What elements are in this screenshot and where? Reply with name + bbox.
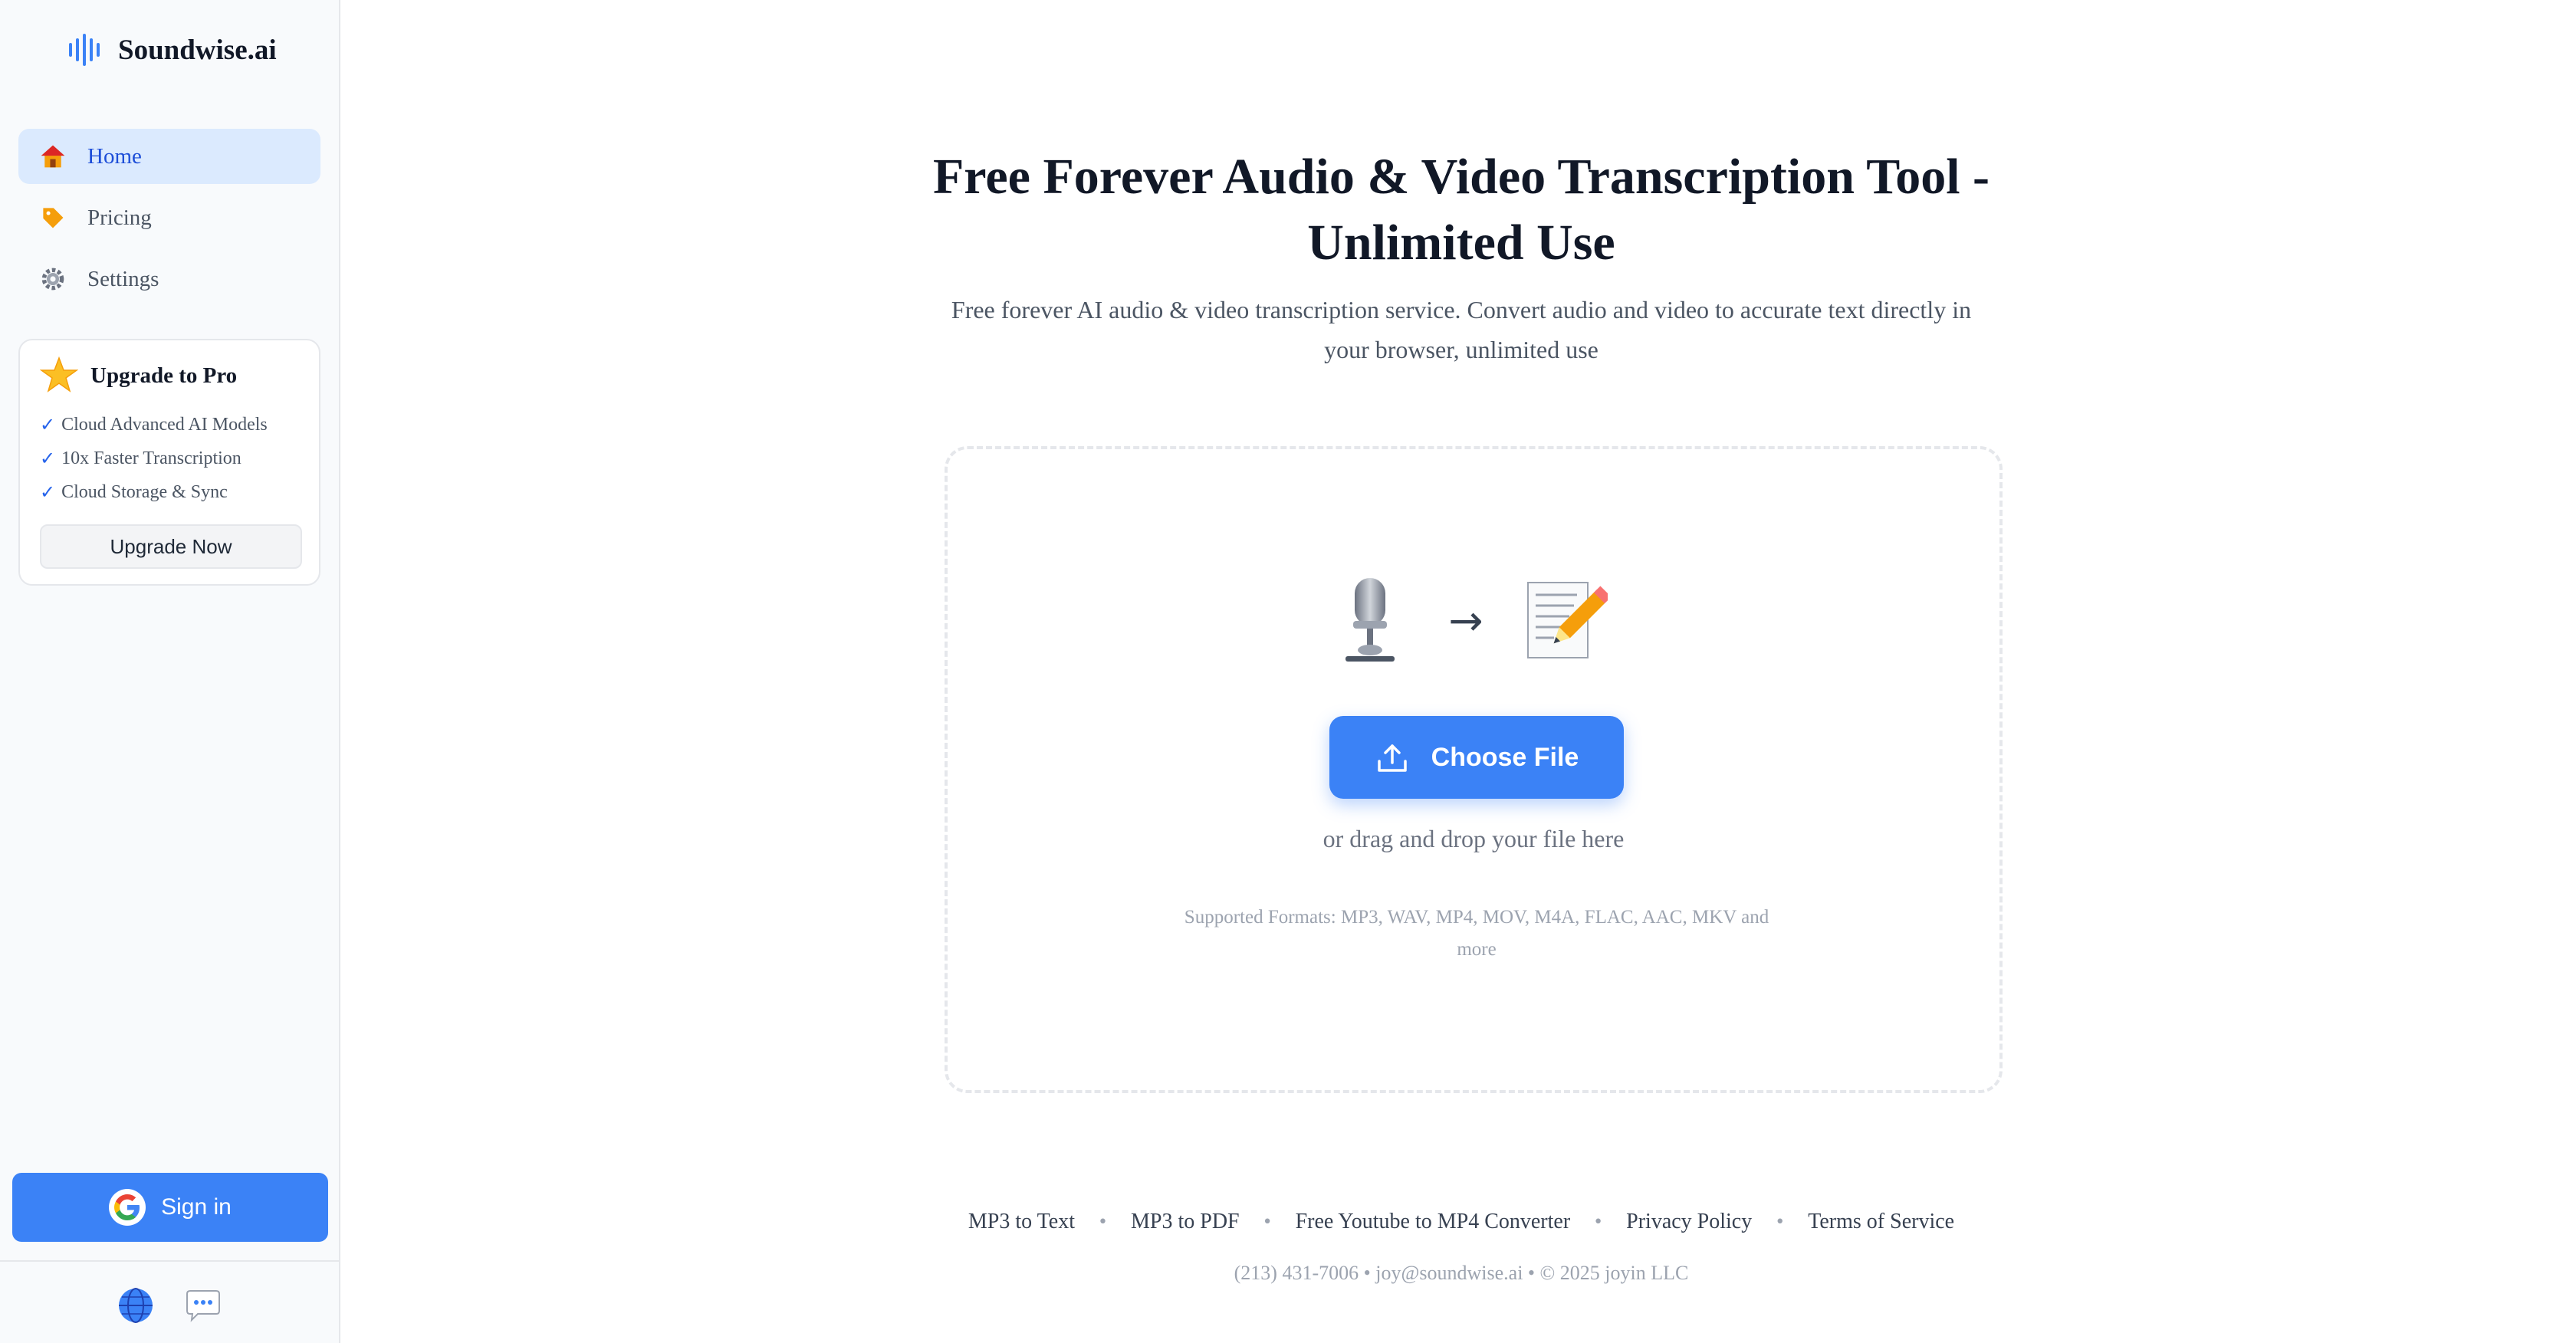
footer-link-privacy-policy[interactable]: Privacy Policy — [1626, 1210, 1752, 1234]
pro-feature-list: ✓ Cloud Advanced AI Models ✓ 10x Faster … — [40, 408, 268, 509]
google-icon — [109, 1189, 146, 1226]
file-dropzone[interactable]: → Choose File or drag and drop your file… — [945, 446, 2003, 1093]
checkmark-icon: ✓ — [40, 414, 56, 435]
footer-contact: (213) 431-7006 • joy@soundwise.ai • © 20… — [1234, 1262, 1689, 1284]
gear-icon — [38, 264, 67, 294]
sidebar-item-settings[interactable]: Settings — [18, 251, 320, 307]
choose-file-label: Choose File — [1431, 742, 1579, 772]
globe-icon[interactable] — [117, 1286, 155, 1325]
checkmark-icon: ✓ — [40, 481, 56, 503]
upgrade-pro-header: Upgrade to Pro — [40, 354, 237, 397]
page-title: Free Forever Audio & Video Transcription… — [932, 149, 1990, 271]
conversion-illustration: → — [948, 576, 1999, 664]
pro-feature-item: ✓ 10x Faster Transcription — [40, 442, 268, 475]
pro-feature-item: ✓ Cloud Advanced AI Models — [40, 408, 268, 442]
footer-separator: • — [1775, 1212, 1786, 1232]
sidebar-item-label: Home — [87, 143, 142, 169]
microphone-icon — [1346, 578, 1395, 662]
arrow-right-icon: → — [1448, 596, 1484, 645]
upgrade-pro-title: Upgrade to Pro — [90, 363, 238, 388]
footer-links: MP3 to Text • MP3 to PDF • Free Youtube … — [932, 1210, 1990, 1234]
pro-feature-label: 10x Faster Transcription — [61, 448, 242, 468]
sidebar-item-home[interactable]: Home — [18, 129, 320, 184]
footer-link-mp3-to-text[interactable]: MP3 to Text — [968, 1210, 1075, 1234]
footer-separator: • — [1262, 1212, 1273, 1232]
page-subtitle: Free forever AI audio & video transcript… — [951, 296, 1972, 363]
footer-separator: • — [1593, 1212, 1604, 1232]
upgrade-pro-card: Upgrade to Pro ✓ Cloud Advanced AI Model… — [18, 339, 320, 586]
footer-link-terms-of-service[interactable]: Terms of Service — [1808, 1210, 1954, 1234]
sidebar-footer — [0, 1260, 339, 1343]
footer-separator: • — [1098, 1212, 1108, 1232]
memo-pencil-icon — [1526, 582, 1608, 658]
brand-name: Soundwise.ai — [118, 34, 277, 66]
drag-drop-hint: or drag and drop your file here — [1322, 825, 1625, 852]
footer-link-youtube-to-mp4[interactable]: Free Youtube to MP4 Converter — [1296, 1210, 1571, 1234]
star-icon — [40, 356, 78, 392]
sidebar-item-label: Pricing — [87, 205, 152, 230]
footer-link-mp3-to-pdf[interactable]: MP3 to PDF — [1131, 1210, 1240, 1234]
upload-icon — [1377, 744, 1407, 772]
supported-formats: Supported Formats: MP3, WAV, MP4, MOV, M… — [1184, 907, 1769, 960]
choose-file-button[interactable]: Choose File — [1329, 716, 1624, 799]
sign-in-button[interactable]: Sign in — [12, 1173, 328, 1242]
pro-feature-item: ✓ Cloud Storage & Sync — [40, 475, 268, 509]
pro-feature-label: Cloud Storage & Sync — [61, 481, 228, 502]
tag-icon — [38, 203, 67, 232]
main-content: Free Forever Audio & Video Transcription… — [342, 0, 2576, 1343]
brand[interactable]: Soundwise.ai — [67, 29, 277, 71]
soundwave-icon — [69, 34, 100, 66]
chat-bubble-icon[interactable] — [184, 1286, 222, 1325]
sidebar-item-pricing[interactable]: Pricing — [18, 190, 320, 245]
sidebar-item-label: Settings — [87, 266, 159, 291]
sidebar-nav: Home Pricing Settings — [18, 129, 320, 313]
sign-in-label: Sign in — [161, 1194, 232, 1220]
upgrade-now-button[interactable]: Upgrade Now — [40, 524, 302, 569]
house-icon — [38, 142, 67, 171]
pro-feature-label: Cloud Advanced AI Models — [61, 414, 268, 435]
checkmark-icon: ✓ — [40, 448, 56, 469]
sidebar: Soundwise.ai Home Pricing Settings Upgra… — [0, 0, 340, 1343]
